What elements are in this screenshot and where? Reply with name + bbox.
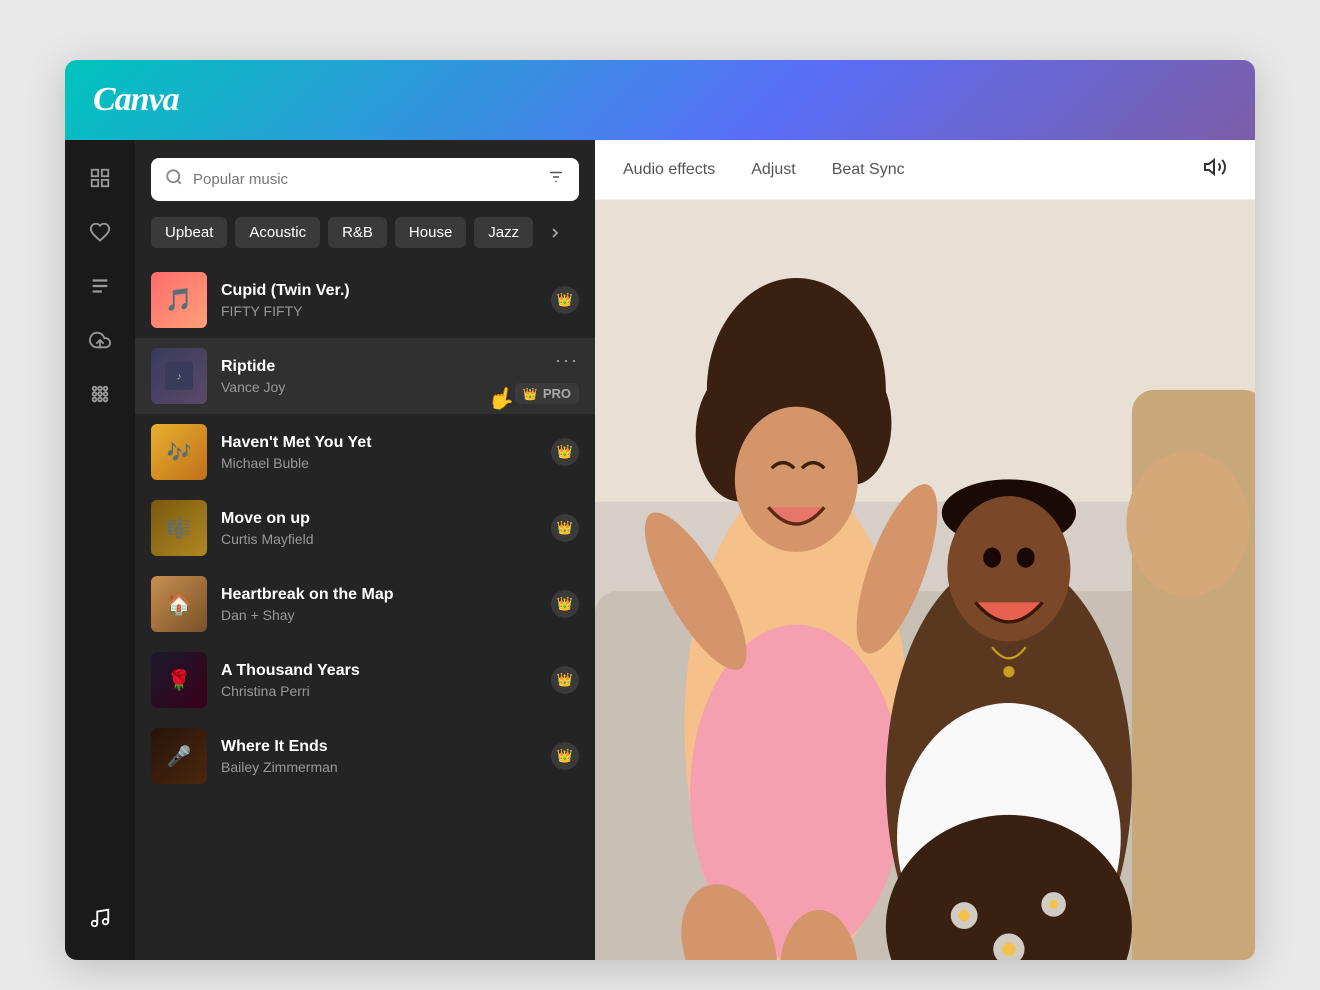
song-thumb-thousand: 🌹 (151, 652, 207, 708)
song-item-moveup[interactable]: 🎼 Move on up Curtis Mayfield 👑 (135, 490, 595, 566)
pro-badge-riptide: 👑 PRO (515, 383, 579, 404)
top-header: Canva (65, 60, 1255, 140)
crown-icon-havent: 👑 (551, 438, 579, 466)
chip-more[interactable] (541, 218, 569, 248)
song-list: 🎵 Cupid (Twin Ver.) FIFTY FIFTY 👑 (135, 262, 595, 960)
main-body: Upbeat Acoustic R&B House Jazz 🎵 (65, 140, 1255, 960)
search-container (135, 140, 595, 213)
tab-adjust[interactable]: Adjust (751, 157, 795, 183)
content-tabs: Audio effects Adjust Beat Sync (595, 140, 1255, 200)
genre-chips: Upbeat Acoustic R&B House Jazz (135, 213, 595, 262)
song-item-havent[interactable]: 🎶 Haven't Met You Yet Michael Buble 👑 (135, 414, 595, 490)
song-badge-heartbreak: 👑 (551, 590, 579, 618)
song-title-moveup: Move on up (221, 510, 537, 528)
chip-acoustic[interactable]: Acoustic (235, 217, 320, 248)
song-badge-cupid: 👑 (551, 286, 579, 314)
song-info-thousand: A Thousand Years Christina Perri (221, 662, 537, 699)
song-thumb-heartbreak: 🏠 (151, 576, 207, 632)
sidebar-item-elements[interactable] (78, 210, 122, 254)
song-artist-where: Bailey Zimmerman (221, 759, 537, 775)
song-artist-heartbreak: Dan + Shay (221, 607, 537, 623)
song-info-where: Where It Ends Bailey Zimmerman (221, 738, 537, 775)
song-artist-havent: Michael Buble (221, 455, 537, 471)
chip-upbeat[interactable]: Upbeat (151, 217, 227, 248)
song-title-havent: Haven't Met You Yet (221, 434, 537, 452)
song-badge-where: 👑 (551, 742, 579, 770)
cursor-pointer: 👆 (486, 384, 518, 414)
icon-sidebar (65, 140, 135, 960)
song-artist-moveup: Curtis Mayfield (221, 531, 537, 547)
more-button-riptide[interactable]: ··· (555, 350, 579, 371)
sidebar-item-text[interactable] (78, 264, 122, 308)
song-badge-havent: 👑 (551, 438, 579, 466)
crown-icon-moveup: 👑 (551, 514, 579, 542)
volume-icon[interactable] (1203, 155, 1227, 185)
music-panel: Upbeat Acoustic R&B House Jazz 🎵 (135, 140, 595, 960)
sidebar-item-upload[interactable] (78, 318, 122, 362)
song-title-cupid: Cupid (Twin Ver.) (221, 282, 537, 300)
song-item-thousand[interactable]: 🌹 A Thousand Years Christina Perri 👑 (135, 642, 595, 718)
svg-text:♪: ♪ (176, 371, 181, 382)
song-info-heartbreak: Heartbreak on the Map Dan + Shay (221, 586, 537, 623)
photo-area (595, 200, 1255, 960)
song-thumb-cupid: 🎵 (151, 272, 207, 328)
song-thumb-riptide: ♪ (151, 348, 207, 404)
song-info-havent: Haven't Met You Yet Michael Buble (221, 434, 537, 471)
song-thumb-moveup: 🎼 (151, 500, 207, 556)
song-item-cupid[interactable]: 🎵 Cupid (Twin Ver.) FIFTY FIFTY 👑 (135, 262, 595, 338)
chip-jazz[interactable]: Jazz (474, 217, 533, 248)
sidebar-item-music[interactable] (78, 896, 122, 940)
app-window: Canva (65, 60, 1255, 960)
crown-icon-thousand: 👑 (551, 666, 579, 694)
song-item-riptide[interactable]: ♪ Riptide Vance Joy ··· 👑 PRO (135, 338, 595, 414)
song-title-riptide: Riptide (221, 358, 579, 376)
chip-house[interactable]: House (395, 217, 466, 248)
song-thumb-havent: 🎶 (151, 424, 207, 480)
chip-rnb[interactable]: R&B (328, 217, 387, 248)
song-title-thousand: A Thousand Years (221, 662, 537, 680)
song-item-heartbreak[interactable]: 🏠 Heartbreak on the Map Dan + Shay 👑 (135, 566, 595, 642)
tab-beat-sync[interactable]: Beat Sync (832, 157, 905, 183)
content-area: Audio effects Adjust Beat Sync (595, 140, 1255, 960)
song-title-where: Where It Ends (221, 738, 537, 756)
sidebar-item-apps[interactable] (78, 372, 122, 416)
song-artist-cupid: FIFTY FIFTY (221, 303, 537, 319)
song-info-cupid: Cupid (Twin Ver.) FIFTY FIFTY (221, 282, 537, 319)
crown-icon-heartbreak: 👑 (551, 590, 579, 618)
song-item-where[interactable]: 🎤 Where It Ends Bailey Zimmerman 👑 (135, 718, 595, 794)
song-title-heartbreak: Heartbreak on the Map (221, 586, 537, 604)
song-badge-moveup: 👑 (551, 514, 579, 542)
song-info-moveup: Move on up Curtis Mayfield (221, 510, 537, 547)
filter-icon[interactable] (547, 168, 565, 191)
search-input[interactable] (193, 171, 537, 188)
song-artist-thousand: Christina Perri (221, 683, 537, 699)
search-icon (165, 168, 183, 191)
sidebar-item-layout[interactable] (78, 156, 122, 200)
crown-icon-cupid: 👑 (551, 286, 579, 314)
song-badge-thousand: 👑 (551, 666, 579, 694)
search-bar (151, 158, 579, 201)
canva-logo: Canva (93, 81, 179, 119)
tab-audio-effects[interactable]: Audio effects (623, 157, 715, 183)
song-thumb-where: 🎤 (151, 728, 207, 784)
crown-icon-where: 👑 (551, 742, 579, 770)
